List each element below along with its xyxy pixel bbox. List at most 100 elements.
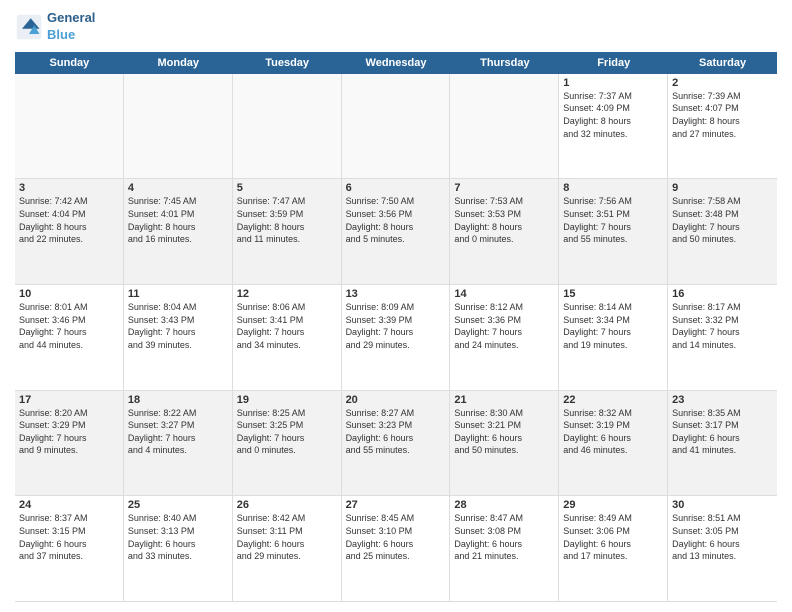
calendar-cell: 16Sunrise: 8:17 AM Sunset: 3:32 PM Dayli… [668,285,777,390]
calendar-header: SundayMondayTuesdayWednesdayThursdayFrid… [15,52,777,74]
calendar-cell: 18Sunrise: 8:22 AM Sunset: 3:27 PM Dayli… [124,391,233,496]
calendar-cell [342,74,451,179]
day-detail: Sunrise: 8:42 AM Sunset: 3:11 PM Dayligh… [237,512,337,562]
calendar-cell: 13Sunrise: 8:09 AM Sunset: 3:39 PM Dayli… [342,285,451,390]
day-detail: Sunrise: 7:58 AM Sunset: 3:48 PM Dayligh… [672,195,773,245]
day-number: 26 [237,499,337,511]
day-detail: Sunrise: 7:50 AM Sunset: 3:56 PM Dayligh… [346,195,446,245]
day-number: 20 [346,394,446,406]
calendar-header-day: Sunday [15,52,124,74]
day-detail: Sunrise: 7:56 AM Sunset: 3:51 PM Dayligh… [563,195,663,245]
day-detail: Sunrise: 8:22 AM Sunset: 3:27 PM Dayligh… [128,407,228,457]
calendar-cell: 28Sunrise: 8:47 AM Sunset: 3:08 PM Dayli… [450,496,559,601]
day-detail: Sunrise: 8:37 AM Sunset: 3:15 PM Dayligh… [19,512,119,562]
day-detail: Sunrise: 8:47 AM Sunset: 3:08 PM Dayligh… [454,512,554,562]
calendar-week-row: 3Sunrise: 7:42 AM Sunset: 4:04 PM Daylig… [15,179,777,285]
calendar-cell: 26Sunrise: 8:42 AM Sunset: 3:11 PM Dayli… [233,496,342,601]
calendar-cell: 3Sunrise: 7:42 AM Sunset: 4:04 PM Daylig… [15,179,124,284]
calendar-cell: 7Sunrise: 7:53 AM Sunset: 3:53 PM Daylig… [450,179,559,284]
calendar-header-day: Friday [559,52,668,74]
calendar: SundayMondayTuesdayWednesdayThursdayFrid… [15,52,777,602]
calendar-cell: 6Sunrise: 7:50 AM Sunset: 3:56 PM Daylig… [342,179,451,284]
day-number: 23 [672,394,773,406]
calendar-cell: 21Sunrise: 8:30 AM Sunset: 3:21 PM Dayli… [450,391,559,496]
day-detail: Sunrise: 8:30 AM Sunset: 3:21 PM Dayligh… [454,407,554,457]
day-detail: Sunrise: 8:51 AM Sunset: 3:05 PM Dayligh… [672,512,773,562]
calendar-cell: 27Sunrise: 8:45 AM Sunset: 3:10 PM Dayli… [342,496,451,601]
day-detail: Sunrise: 8:20 AM Sunset: 3:29 PM Dayligh… [19,407,119,457]
calendar-week-row: 1Sunrise: 7:37 AM Sunset: 4:09 PM Daylig… [15,74,777,180]
day-detail: Sunrise: 7:37 AM Sunset: 4:09 PM Dayligh… [563,90,663,140]
day-number: 8 [563,182,663,194]
calendar-header-day: Saturday [668,52,777,74]
calendar-cell: 1Sunrise: 7:37 AM Sunset: 4:09 PM Daylig… [559,74,668,179]
day-number: 17 [19,394,119,406]
calendar-week-row: 17Sunrise: 8:20 AM Sunset: 3:29 PM Dayli… [15,391,777,497]
day-number: 10 [19,288,119,300]
calendar-header-day: Tuesday [233,52,342,74]
day-number: 11 [128,288,228,300]
calendar-cell: 5Sunrise: 7:47 AM Sunset: 3:59 PM Daylig… [233,179,342,284]
day-detail: Sunrise: 8:45 AM Sunset: 3:10 PM Dayligh… [346,512,446,562]
calendar-cell: 9Sunrise: 7:58 AM Sunset: 3:48 PM Daylig… [668,179,777,284]
day-number: 22 [563,394,663,406]
day-number: 21 [454,394,554,406]
calendar-cell: 11Sunrise: 8:04 AM Sunset: 3:43 PM Dayli… [124,285,233,390]
calendar-cell: 25Sunrise: 8:40 AM Sunset: 3:13 PM Dayli… [124,496,233,601]
day-number: 9 [672,182,773,194]
calendar-cell: 22Sunrise: 8:32 AM Sunset: 3:19 PM Dayli… [559,391,668,496]
calendar-cell: 4Sunrise: 7:45 AM Sunset: 4:01 PM Daylig… [124,179,233,284]
calendar-cell [233,74,342,179]
day-detail: Sunrise: 8:49 AM Sunset: 3:06 PM Dayligh… [563,512,663,562]
calendar-cell: 12Sunrise: 8:06 AM Sunset: 3:41 PM Dayli… [233,285,342,390]
day-detail: Sunrise: 8:06 AM Sunset: 3:41 PM Dayligh… [237,301,337,351]
logo-text: General Blue [47,10,95,44]
calendar-week-row: 24Sunrise: 8:37 AM Sunset: 3:15 PM Dayli… [15,496,777,602]
calendar-body: 1Sunrise: 7:37 AM Sunset: 4:09 PM Daylig… [15,74,777,602]
calendar-cell: 14Sunrise: 8:12 AM Sunset: 3:36 PM Dayli… [450,285,559,390]
calendar-cell: 24Sunrise: 8:37 AM Sunset: 3:15 PM Dayli… [15,496,124,601]
day-detail: Sunrise: 7:45 AM Sunset: 4:01 PM Dayligh… [128,195,228,245]
day-detail: Sunrise: 8:32 AM Sunset: 3:19 PM Dayligh… [563,407,663,457]
calendar-cell: 17Sunrise: 8:20 AM Sunset: 3:29 PM Dayli… [15,391,124,496]
day-detail: Sunrise: 8:04 AM Sunset: 3:43 PM Dayligh… [128,301,228,351]
day-detail: Sunrise: 8:27 AM Sunset: 3:23 PM Dayligh… [346,407,446,457]
day-number: 18 [128,394,228,406]
calendar-header-day: Wednesday [342,52,451,74]
calendar-cell: 29Sunrise: 8:49 AM Sunset: 3:06 PM Dayli… [559,496,668,601]
day-detail: Sunrise: 8:25 AM Sunset: 3:25 PM Dayligh… [237,407,337,457]
calendar-header-day: Thursday [450,52,559,74]
day-detail: Sunrise: 7:47 AM Sunset: 3:59 PM Dayligh… [237,195,337,245]
calendar-cell: 23Sunrise: 8:35 AM Sunset: 3:17 PM Dayli… [668,391,777,496]
day-number: 25 [128,499,228,511]
day-number: 19 [237,394,337,406]
page: General Blue SundayMondayTuesdayWednesda… [0,0,792,612]
day-number: 5 [237,182,337,194]
day-number: 15 [563,288,663,300]
day-number: 29 [563,499,663,511]
day-detail: Sunrise: 7:53 AM Sunset: 3:53 PM Dayligh… [454,195,554,245]
day-number: 7 [454,182,554,194]
calendar-cell: 30Sunrise: 8:51 AM Sunset: 3:05 PM Dayli… [668,496,777,601]
day-detail: Sunrise: 8:14 AM Sunset: 3:34 PM Dayligh… [563,301,663,351]
logo-icon [15,13,43,41]
day-number: 1 [563,77,663,89]
day-number: 30 [672,499,773,511]
day-number: 28 [454,499,554,511]
day-number: 14 [454,288,554,300]
day-detail: Sunrise: 8:09 AM Sunset: 3:39 PM Dayligh… [346,301,446,351]
calendar-cell: 19Sunrise: 8:25 AM Sunset: 3:25 PM Dayli… [233,391,342,496]
calendar-cell [15,74,124,179]
day-detail: Sunrise: 7:39 AM Sunset: 4:07 PM Dayligh… [672,90,773,140]
calendar-week-row: 10Sunrise: 8:01 AM Sunset: 3:46 PM Dayli… [15,285,777,391]
day-detail: Sunrise: 8:40 AM Sunset: 3:13 PM Dayligh… [128,512,228,562]
day-detail: Sunrise: 8:17 AM Sunset: 3:32 PM Dayligh… [672,301,773,351]
day-number: 24 [19,499,119,511]
day-number: 6 [346,182,446,194]
calendar-cell: 2Sunrise: 7:39 AM Sunset: 4:07 PM Daylig… [668,74,777,179]
calendar-cell: 10Sunrise: 8:01 AM Sunset: 3:46 PM Dayli… [15,285,124,390]
logo: General Blue [15,10,95,44]
day-number: 27 [346,499,446,511]
calendar-cell [450,74,559,179]
day-number: 2 [672,77,773,89]
